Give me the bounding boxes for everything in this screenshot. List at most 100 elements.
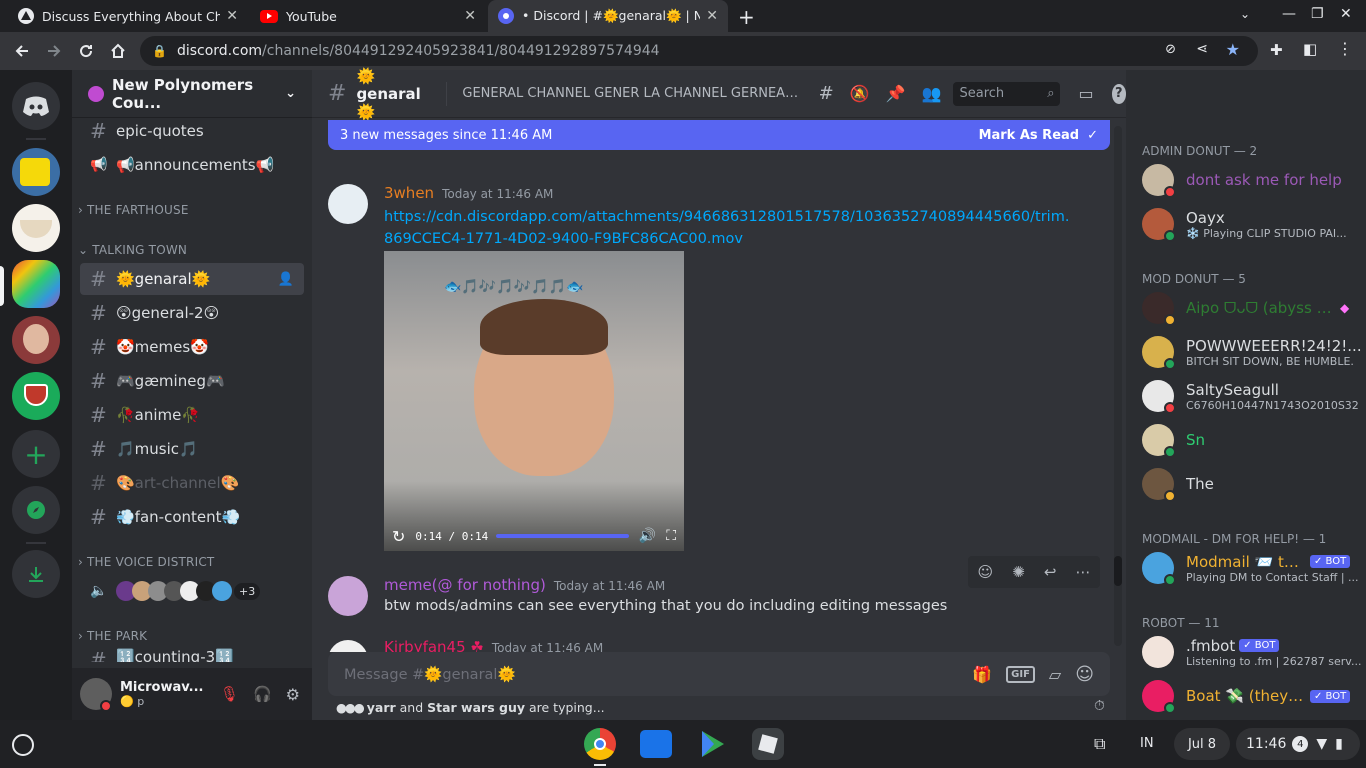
roblox-icon[interactable]: [752, 728, 784, 760]
user-info[interactable]: Microwav... 🟡 p: [120, 680, 220, 708]
super-reaction-icon[interactable]: ✺: [1012, 563, 1025, 581]
new-tab-icon[interactable]: +: [738, 5, 755, 29]
fullscreen-icon[interactable]: ⛶: [666, 528, 676, 544]
browser-tab-2[interactable]: YouTube ✕: [250, 0, 486, 32]
member-item[interactable]: The: [1142, 463, 1362, 505]
play-store-icon[interactable]: [696, 728, 728, 764]
channel-topic[interactable]: GENERAL CHANNEL GENER LA CHANNEL GERNEAL…: [462, 86, 800, 101]
channel-counting[interactable]: # 🔢counting-3🔢: [80, 648, 304, 662]
category-talking-town[interactable]: ⌄ TALKING TOWN: [78, 243, 187, 257]
replay-icon[interactable]: ↻: [392, 527, 405, 546]
date-pill[interactable]: Jul 8: [1174, 728, 1230, 760]
member-item[interactable]: .fmbot ✓ BOT Listening to .fm | 262787 ser…: [1142, 631, 1362, 673]
server-icon-4[interactable]: [12, 316, 60, 364]
avatar[interactable]: [328, 576, 368, 616]
extensions-icon[interactable]: ✚: [1270, 41, 1283, 59]
gif-icon[interactable]: GIF: [1006, 665, 1035, 683]
more-icon[interactable]: ⋯: [1075, 563, 1090, 581]
server-icon-3[interactable]: [12, 260, 60, 308]
address-bar[interactable]: 🔒 discord.com /channels/8044912924059238…: [140, 36, 1258, 66]
member-item[interactable]: Sn: [1142, 419, 1362, 461]
files-icon[interactable]: [640, 730, 672, 758]
gift-icon[interactable]: 🎁: [972, 665, 992, 684]
attachment-link[interactable]: https://cdn.discordapp.com/attachments/9…: [384, 206, 1074, 250]
sidepanel-icon[interactable]: ◧: [1303, 40, 1317, 58]
download-icon[interactable]: [12, 550, 60, 598]
add-reaction-icon[interactable]: ☺: [978, 563, 994, 581]
server-icon-5[interactable]: [12, 372, 60, 420]
member-item[interactable]: SaltySeagull C6760H10447N1743O2010S32: [1142, 375, 1362, 417]
new-messages-bar[interactable]: 3 new messages since 11:46 AM Mark As Re…: [328, 120, 1110, 150]
restore-icon[interactable]: ❐: [1311, 6, 1324, 22]
channel-announcements[interactable]: 📢 📢announcements📢: [80, 149, 304, 181]
status-tray[interactable]: 11:46 4 ▼ ▮: [1236, 728, 1360, 760]
mute-icon[interactable]: 🎙: [220, 685, 239, 703]
eye-off-icon[interactable]: ⊘: [1165, 42, 1176, 57]
server-icon-1[interactable]: [12, 148, 60, 196]
lock-icon[interactable]: 🔒: [152, 44, 167, 58]
channel-music[interactable]: # 🎵music🎵: [80, 433, 304, 465]
browser-tab-1[interactable]: Discuss Everything About Chang ✕: [8, 0, 248, 32]
scrollbar-track[interactable]: [1114, 126, 1122, 646]
compass-icon[interactable]: [12, 486, 60, 534]
headphones-icon[interactable]: 🎧: [253, 685, 272, 703]
member-item[interactable]: POWWWEEERR!24!2!... BITCH SIT DOWN, BE HU…: [1142, 331, 1362, 373]
gear-icon[interactable]: ⚙: [286, 685, 300, 704]
volume-icon[interactable]: 🔊: [639, 528, 656, 544]
sticker-icon[interactable]: ▱: [1049, 665, 1061, 684]
message-author[interactable]: Kirbyfan45 ☘: [384, 640, 484, 652]
category-voice-district[interactable]: › THE VOICE DISTRICT: [78, 555, 214, 569]
channel-art[interactable]: # 🎨art-channel🎨: [80, 467, 304, 499]
channel-fan-content[interactable]: # 💨fan-content💨: [80, 501, 304, 533]
server-header[interactable]: New Polynomers Cou... ⌄: [72, 70, 312, 118]
video-player[interactable]: 🐟🎵🎶🎵🎶🎵🎵🐟 ↻ 0:14 / 0:14 🔊 ⛶: [384, 251, 684, 551]
member-item[interactable]: Boat 💸 (they/h... ✓ BOT: [1142, 675, 1362, 717]
menu-icon[interactable]: ⋮: [1337, 39, 1353, 58]
notification-off-icon[interactable]: 🔕: [850, 84, 870, 103]
video-progress-bar[interactable]: [496, 534, 629, 538]
channel-anime[interactable]: # 🥀anime🥀: [80, 399, 304, 431]
member-item[interactable]: dont ask me for help: [1142, 159, 1362, 201]
discord-home-icon[interactable]: [12, 82, 60, 130]
forward-icon[interactable]: [44, 41, 64, 61]
members-icon[interactable]: 👥: [922, 84, 942, 103]
channel-epic-quotes[interactable]: # epic-quotes: [80, 115, 304, 147]
share-icon[interactable]: ⋖: [1196, 41, 1208, 57]
avatar[interactable]: [328, 640, 368, 652]
reply-icon[interactable]: ↩: [1044, 563, 1057, 581]
avatar[interactable]: [328, 184, 368, 224]
input-method[interactable]: IN: [1140, 736, 1154, 751]
member-item[interactable]: Oayx ❄️ Playing CLIP STUDIO PAI...: [1142, 203, 1362, 245]
close-icon[interactable]: ✕: [706, 8, 718, 24]
category-farthouse[interactable]: › THE FARTHOUSE: [78, 203, 189, 217]
browser-tab-3[interactable]: • Discord | #🌞genaral🌞 | New P ✕: [488, 0, 728, 32]
back-icon[interactable]: [12, 41, 32, 61]
member-item[interactable]: Aipo ᗜᴗᗜ (abyss d... ◆: [1142, 287, 1362, 329]
close-icon[interactable]: ✕: [464, 8, 476, 24]
avatar[interactable]: [80, 678, 112, 712]
mark-as-read-button[interactable]: Mark As Read: [979, 128, 1080, 143]
channel-memes[interactable]: # 🤡memes🤡: [80, 331, 304, 363]
launcher-icon[interactable]: [12, 734, 34, 756]
add-server-icon[interactable]: +: [12, 430, 60, 478]
message-author[interactable]: meme(@ for nothing): [384, 576, 546, 594]
reload-icon[interactable]: [76, 41, 96, 61]
server-icon-2[interactable]: [12, 204, 60, 252]
scrollbar-thumb[interactable]: [1114, 556, 1122, 586]
close-icon[interactable]: ✕: [226, 8, 238, 24]
star-icon[interactable]: ★: [1226, 40, 1240, 59]
channel-gaemineg[interactable]: # 🎮gæmineg🎮: [80, 365, 304, 397]
emoji-icon[interactable]: ☺: [1075, 664, 1094, 685]
pin-icon[interactable]: 📌: [886, 84, 906, 103]
clipboard-icon[interactable]: ⧉: [1094, 734, 1105, 754]
close-window-icon[interactable]: ✕: [1340, 6, 1352, 22]
inbox-icon[interactable]: ▭: [1078, 84, 1093, 103]
chevron-down-icon[interactable]: ⌄: [1240, 7, 1250, 21]
chrome-icon[interactable]: [584, 728, 616, 760]
search-input[interactable]: Search ⌕: [953, 81, 1061, 106]
message-input[interactable]: Message #🌞genaral🌞 🎁 GIF ▱ ☺: [328, 652, 1110, 696]
minimize-icon[interactable]: —: [1282, 6, 1296, 22]
help-icon[interactable]: ?: [1111, 83, 1126, 104]
category-the-park[interactable]: › THE PARK: [78, 629, 147, 643]
home-icon[interactable]: [108, 41, 128, 61]
